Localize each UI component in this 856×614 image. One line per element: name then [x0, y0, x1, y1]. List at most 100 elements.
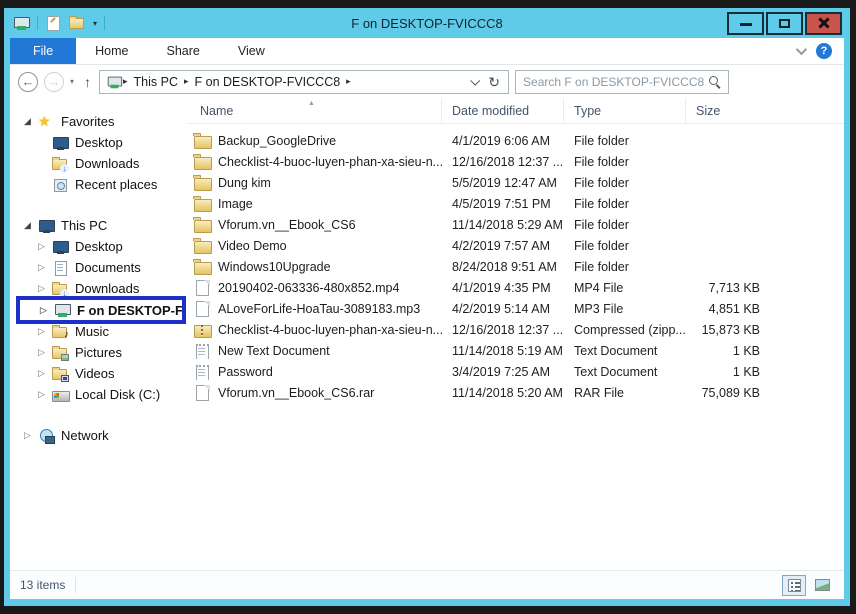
file-icon	[194, 300, 212, 317]
sidebar-item-local-disk-c[interactable]: ▷Local Disk (C:)	[10, 384, 188, 405]
expander-collapsed-icon[interactable]: ▷	[38, 389, 52, 400]
minimize-icon	[740, 23, 752, 26]
file-row-dung-kim[interactable]: Dung kim5/5/2019 12:47 AMFile folder	[188, 172, 844, 193]
sidebar-item-label: Desktop	[75, 239, 123, 254]
docs-icon	[52, 260, 69, 276]
properties-icon[interactable]	[45, 15, 62, 31]
network-icon	[38, 428, 55, 444]
sidebar-item-recent-places[interactable]: Recent places	[10, 174, 188, 195]
file-type: Compressed (zipp...	[564, 323, 686, 337]
sidebar-item-desktop[interactable]: ▷ Desktop	[10, 236, 188, 257]
sidebar-item-videos[interactable]: ▷Videos	[10, 363, 188, 384]
breadcrumb-current-folder[interactable]: F on DESKTOP-FVICCC8	[191, 75, 345, 89]
expander-collapsed-icon[interactable]: ▷	[38, 241, 52, 252]
window-title: F on DESKTOP-FVICCC8	[4, 16, 850, 31]
sidebar-item-label: Pictures	[75, 345, 122, 360]
expand-ribbon-chevron-icon[interactable]	[796, 44, 807, 55]
expander-collapsed-icon[interactable]: ▷	[38, 262, 52, 273]
tab-file[interactable]: File	[10, 38, 76, 64]
title-bar: ▾ F on DESKTOP-FVICCC8	[4, 8, 850, 38]
explorer-window: ▾ F on DESKTOP-FVICCC8 File Home Share V…	[4, 8, 850, 606]
sidebar-item-downloads[interactable]: ↓Downloads	[10, 153, 188, 174]
address-dropdown-chevron-icon[interactable]	[471, 76, 481, 86]
file-type: RAR File	[564, 386, 686, 400]
tab-home[interactable]: Home	[76, 38, 147, 64]
expander-collapsed-icon[interactable]: ▷	[38, 347, 52, 358]
sidebar-item-pictures[interactable]: ▷ Pictures	[10, 342, 188, 363]
file-row-vforum-vn-ebook-cs6-rar[interactable]: Vforum.vn__Ebook_CS6.rar11/14/2018 5:20 …	[188, 382, 844, 403]
file-type: File folder	[564, 239, 686, 253]
recent-locations-chevron-icon[interactable]: ▾	[64, 77, 80, 86]
file-row-password[interactable]: Password3/4/2019 7:25 AMText Document1 K…	[188, 361, 844, 382]
file-name: Vforum.vn__Ebook_CS6	[218, 218, 356, 232]
new-folder-icon[interactable]	[69, 18, 84, 29]
breadcrumb-this-pc[interactable]: This PC	[130, 75, 182, 89]
tab-share[interactable]: Share	[148, 38, 219, 64]
file-type: File folder	[564, 134, 686, 148]
window-client-area: File Home Share View ? ← → ▾ ↑	[10, 38, 844, 599]
expander-collapsed-icon[interactable]: ▷	[38, 368, 52, 379]
details-view-button[interactable]	[782, 575, 806, 596]
file-type: Text Document	[564, 344, 686, 358]
sidebar-item-network[interactable]: ▷Network	[10, 425, 188, 446]
file-date-modified: 4/1/2019 6:06 AM	[442, 134, 564, 148]
screen: ▾ F on DESKTOP-FVICCC8 File Home Share V…	[0, 0, 856, 614]
breadcrumb-arrow-icon[interactable]: ▸	[346, 76, 351, 87]
file-date-modified: 5/5/2019 12:47 AM	[442, 176, 564, 190]
search-box	[515, 70, 729, 94]
search-input[interactable]	[523, 75, 708, 89]
forward-button[interactable]: →	[44, 72, 64, 92]
expander-expanded-icon[interactable]: ◢	[24, 220, 38, 231]
file-name: Checklist-4-buoc-luyen-phan-xa-sieu-n...	[218, 155, 442, 169]
minimize-button[interactable]	[727, 12, 764, 35]
sidebar-item-music[interactable]: ▷♪Music	[10, 321, 188, 342]
file-row-aloveforlife-hoatau-3089183-mp3[interactable]: ALoveForLife-HoaTau-3089183.mp34/2/2019 …	[188, 298, 844, 319]
breadcrumb-arrow-icon[interactable]: ▸	[184, 76, 189, 87]
sidebar-item-documents[interactable]: ▷Documents	[10, 257, 188, 278]
expander-collapsed-icon[interactable]: ▷	[38, 326, 52, 337]
star-icon	[38, 114, 55, 130]
help-icon[interactable]: ?	[816, 43, 832, 59]
sidebar-item-f-on-desktop-fvic[interactable]: ▷F on DESKTOP-FVIC	[16, 296, 186, 324]
expander-collapsed-icon[interactable]: ▷	[40, 305, 54, 316]
up-button[interactable]: ↑	[80, 74, 99, 90]
column-header-size[interactable]: Size	[686, 98, 768, 123]
folder-icon	[194, 258, 212, 275]
file-date-modified: 4/2/2019 5:14 AM	[442, 302, 564, 316]
file-name: Backup_GoogleDrive	[218, 134, 336, 148]
items-count: 13 items	[20, 578, 65, 592]
address-bar[interactable]: ▸ This PC ▸ F on DESKTOP-FVICCC8 ▸ ↻	[99, 70, 509, 94]
file-row-checklist-4-buoc-luyen-phan-xa-sieu-n[interactable]: Checklist-4-buoc-luyen-phan-xa-sieu-n...…	[188, 319, 844, 340]
file-row-backup-googledrive[interactable]: Backup_GoogleDrive 4/1/2019 6:06 AMFile f…	[188, 130, 844, 151]
file-row-20190402-063336-480x852-mp4[interactable]: 20190402-063336-480x852.mp44/1/2019 4:35…	[188, 277, 844, 298]
file-type: MP3 File	[564, 302, 686, 316]
monitor-icon	[52, 135, 69, 151]
column-header-date-modified[interactable]: Date modified	[442, 98, 564, 123]
expander-collapsed-icon[interactable]: ▷	[24, 430, 38, 441]
column-header-type[interactable]: Type	[564, 98, 686, 123]
file-row-video-demo[interactable]: Video Demo4/2/2019 7:57 AMFile folder	[188, 235, 844, 256]
file-row-checklist-4-buoc-luyen-phan-xa-sieu-n[interactable]: Checklist-4-buoc-luyen-phan-xa-sieu-n...…	[188, 151, 844, 172]
maximize-button[interactable]	[766, 12, 803, 35]
sidebar-item-this-pc[interactable]: ◢This PC	[10, 215, 188, 236]
search-icon[interactable]	[708, 75, 721, 88]
column-header-name[interactable]: Name	[188, 98, 442, 123]
thumbnails-view-button[interactable]	[810, 575, 834, 596]
tab-view[interactable]: View	[219, 38, 284, 64]
expander-collapsed-icon[interactable]: ▷	[38, 283, 52, 294]
breadcrumb-arrow-icon[interactable]: ▸	[123, 76, 128, 87]
folder-down-icon: ↓	[52, 156, 69, 172]
expander-expanded-icon[interactable]: ◢	[24, 116, 38, 127]
file-row-image[interactable]: Image4/5/2019 7:51 PMFile folder	[188, 193, 844, 214]
sidebar-item-desktop[interactable]: Desktop	[10, 132, 188, 153]
sidebar-item-favorites[interactable]: ◢Favorites	[10, 111, 188, 132]
refresh-icon[interactable]: ↻	[488, 75, 500, 89]
view-switcher	[782, 575, 834, 596]
close-button[interactable]	[805, 12, 842, 35]
file-row-new-text-document[interactable]: New Text Document11/14/2018 5:19 AMText …	[188, 340, 844, 361]
zip-icon	[194, 321, 212, 338]
file-row-windows10upgrade[interactable]: Windows10Upgrade8/24/2018 9:51 AMFile fo…	[188, 256, 844, 277]
file-row-vforum-vn-ebook-cs6[interactable]: Vforum.vn__Ebook_CS611/14/2018 5:29 AMFi…	[188, 214, 844, 235]
qat-customize-chevron-icon[interactable]: ▾	[93, 19, 97, 28]
back-button[interactable]: ←	[18, 72, 38, 92]
